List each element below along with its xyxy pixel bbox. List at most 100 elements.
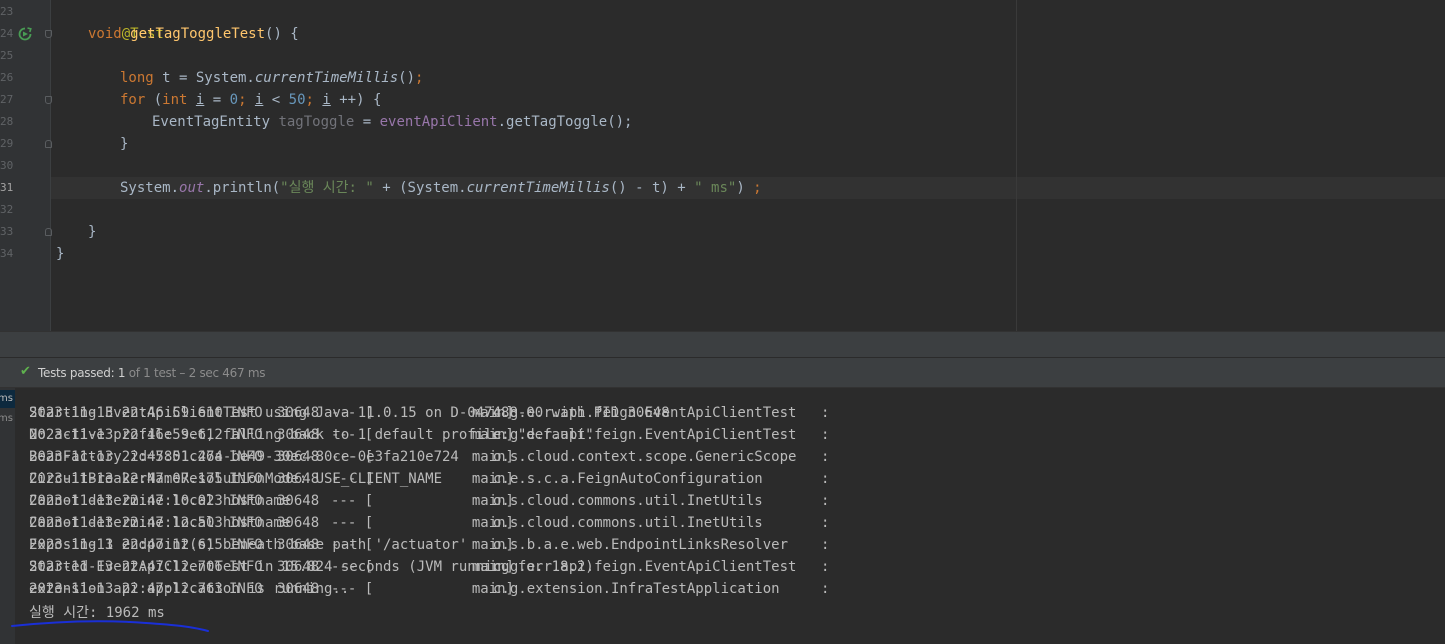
code-token: (: [145, 92, 163, 108]
tests-summary: of 1 test – 2 sec 467 ms: [128, 366, 266, 380]
log-thread: main]: [471, 449, 514, 465]
code-token: =: [354, 114, 380, 130]
log-date: 2023-11-13 22:47:12.503: [29, 515, 223, 531]
code-line-26: long t = System.currentTimeMillis();: [120, 67, 423, 89]
log-line: 2023-11-13 22:47:12.615 INFO 30648 --- [mai…: [29, 534, 829, 556]
test-duration-label: ms: [0, 413, 13, 424]
test-tree-item-selected[interactable]: ms: [0, 390, 15, 408]
log-pid: 30648: [277, 581, 320, 597]
code-token: .println(: [204, 180, 281, 196]
log-thread: main]: [471, 537, 514, 553]
log-level: INFO: [229, 581, 263, 597]
code-line-27: for (int i = 0; i < 50; i ++) {: [120, 89, 381, 111]
code-line-34: }: [56, 243, 64, 265]
semicolon-token: ;: [753, 180, 762, 196]
log-pid: 30648: [277, 515, 320, 531]
log-level: INFO: [229, 515, 263, 531]
test-tree-item[interactable]: ms: [0, 410, 15, 428]
method-name-token: getTagToggleTest: [130, 26, 266, 42]
code-token: }: [88, 224, 97, 240]
log-level: INFO: [229, 449, 263, 465]
log-line: 2023-11-13 22:47:10.023 INFO 30648 --- [mai…: [29, 490, 829, 512]
line-number: 23: [0, 5, 14, 18]
code-token: <: [263, 92, 289, 108]
code-token: t = System.: [153, 70, 255, 86]
code-token: }: [120, 136, 129, 152]
code-editor[interactable]: 23 24 25 26 27 28 29 30 31 32 33 34 @Tes…: [0, 0, 1445, 331]
code-token: System.: [120, 180, 180, 196]
code-token: ): [736, 180, 754, 196]
log-date: 2023-11-13 22:46:59.610: [29, 405, 223, 421]
log-logger: o.s.cloud.commons.util.InetUtils: [493, 515, 763, 531]
line-number: 33: [0, 225, 14, 238]
log-line: 2023-11-13 22:46:59.610 INFO 30648 --- [mai…: [29, 402, 829, 424]
log-date: 2023-11-13 22:47:12.763: [29, 581, 223, 597]
log-thread: main]: [471, 405, 514, 421]
line-number: 30: [0, 159, 14, 172]
log-thread: main]: [471, 559, 514, 575]
string-token: " ms": [694, 180, 737, 196]
line-number: 27: [0, 93, 14, 106]
fold-marker-icon[interactable]: [45, 30, 52, 38]
semicolon-token: ;: [238, 92, 255, 108]
line-number: 24: [0, 27, 14, 40]
log-pid: 30648: [277, 493, 320, 509]
right-margin-guide: [1016, 0, 1017, 331]
log-date: 2023-11-13 22:46:59.612: [29, 427, 223, 443]
fold-marker-icon[interactable]: [45, 228, 52, 236]
code-token: }: [56, 246, 65, 262]
code-token: (): [398, 70, 416, 86]
fold-marker-icon[interactable]: [45, 140, 52, 148]
tests-passed-label: Tests passed:: [38, 366, 115, 380]
log-thread: main]: [471, 427, 514, 443]
log-logger: c.e.s.c.a.FeignAutoConfiguration: [493, 471, 763, 487]
log-thread: main]: [471, 493, 514, 509]
log-date: 2023-11-13 22:47:12.706: [29, 559, 223, 575]
code-token: .getTagToggle();: [497, 114, 633, 130]
line-number: 34: [0, 247, 14, 260]
semicolon-token: ;: [415, 70, 424, 86]
log-logger: o.s.b.a.e.web.EndpointLinksResolver: [493, 537, 789, 553]
panel-divider[interactable]: [0, 331, 1445, 358]
keyword-token: for: [120, 92, 146, 108]
log-level: INFO: [229, 405, 263, 421]
log-pid: 30648: [277, 405, 320, 421]
log-line: 2023-11-13 22:47:12.763 INFO 30648 --- [mai…: [29, 578, 829, 600]
code-line-24: void getTagToggleTest() {: [88, 23, 299, 45]
code-line-28: EventTagEntity tagToggle = eventApiClien…: [152, 111, 632, 133]
editor-gutter: 23 24 25 26 27 28 29 30 31 32 33 34: [0, 0, 52, 331]
number-token: 50: [288, 92, 306, 108]
log-pid: 30648: [277, 471, 320, 487]
keyword-token: void: [88, 26, 122, 42]
log-logger: c.g.extension.InfraTestApplication: [493, 581, 780, 597]
log-level: INFO: [229, 537, 263, 553]
field-token: eventApiClient: [379, 114, 498, 130]
log-line: 2023-11-13 22:46:59.612 INFO 30648 --- [mai…: [29, 424, 829, 446]
log-logger: c.g.e.r.api.feign.EventApiClientTest: [493, 405, 797, 421]
keyword-token: long: [120, 70, 154, 86]
log-logger: o.s.cloud.commons.util.InetUtils: [493, 493, 763, 509]
log-line: 2023-11-13 22:47:12.706 INFO 30648 --- [mai…: [29, 556, 829, 578]
log-logger: c.g.e.r.api.feign.EventApiClientTest: [493, 427, 797, 443]
line-number: 32: [0, 203, 14, 216]
code-token: + (System.: [373, 180, 467, 196]
log-line: 2023-11-13 22:47:01.274 INFO 30648 --- [mai…: [29, 446, 829, 468]
fold-marker-icon[interactable]: [45, 96, 52, 104]
log-pid: 30648: [277, 427, 320, 443]
code-line-31: System.out.println("실행 시간: " + (System.c…: [120, 177, 762, 199]
log-logger: o.s.cloud.context.scope.GenericScope: [493, 449, 797, 465]
variable-token: i: [322, 92, 331, 108]
keyword-token: int: [162, 92, 188, 108]
test-status-text: Tests passed: 1 of 1 test – 2 sec 467 ms: [38, 366, 265, 380]
static-field-token: out: [179, 180, 205, 196]
code-line-29: }: [120, 133, 128, 155]
log-level: INFO: [229, 427, 263, 443]
console-output[interactable]: 2023-11-13 22:46:59.610 INFO 30648 --- [mai…: [15, 388, 1445, 644]
log-level: INFO: [229, 559, 263, 575]
run-test-icon[interactable]: [18, 27, 32, 41]
test-duration-label: ms: [0, 393, 13, 404]
log-line: 2023-11-13 22:47:07.175 INFO 30648 --- [mai…: [29, 468, 829, 490]
hand-drawn-underline: [11, 620, 209, 632]
log-colon: :: [821, 581, 830, 597]
